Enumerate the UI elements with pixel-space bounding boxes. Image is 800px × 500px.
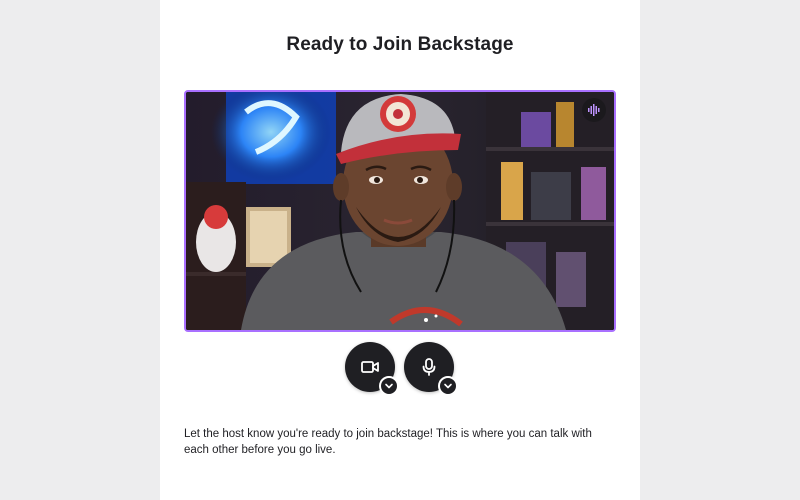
chevron-down-icon <box>444 383 452 389</box>
backstage-dialog: Ready to Join Backstage Let the host kno… <box>160 0 640 500</box>
video-camera-icon <box>361 361 379 373</box>
chevron-down-icon <box>385 383 393 389</box>
camera-toggle-button[interactable] <box>345 342 399 396</box>
audio-indicator <box>582 98 606 122</box>
camera-feed-image <box>186 92 614 330</box>
audio-waveform-icon <box>588 104 600 116</box>
dialog-description: Let the host know you're ready to join b… <box>184 428 592 456</box>
microphone-options-button[interactable] <box>438 376 458 396</box>
microphone-toggle-button[interactable] <box>404 342 458 396</box>
media-controls <box>160 342 640 398</box>
camera-options-button[interactable] <box>379 376 399 396</box>
microphone-icon <box>422 358 436 376</box>
dialog-title: Ready to Join Backstage <box>286 34 514 55</box>
video-preview <box>184 90 616 332</box>
